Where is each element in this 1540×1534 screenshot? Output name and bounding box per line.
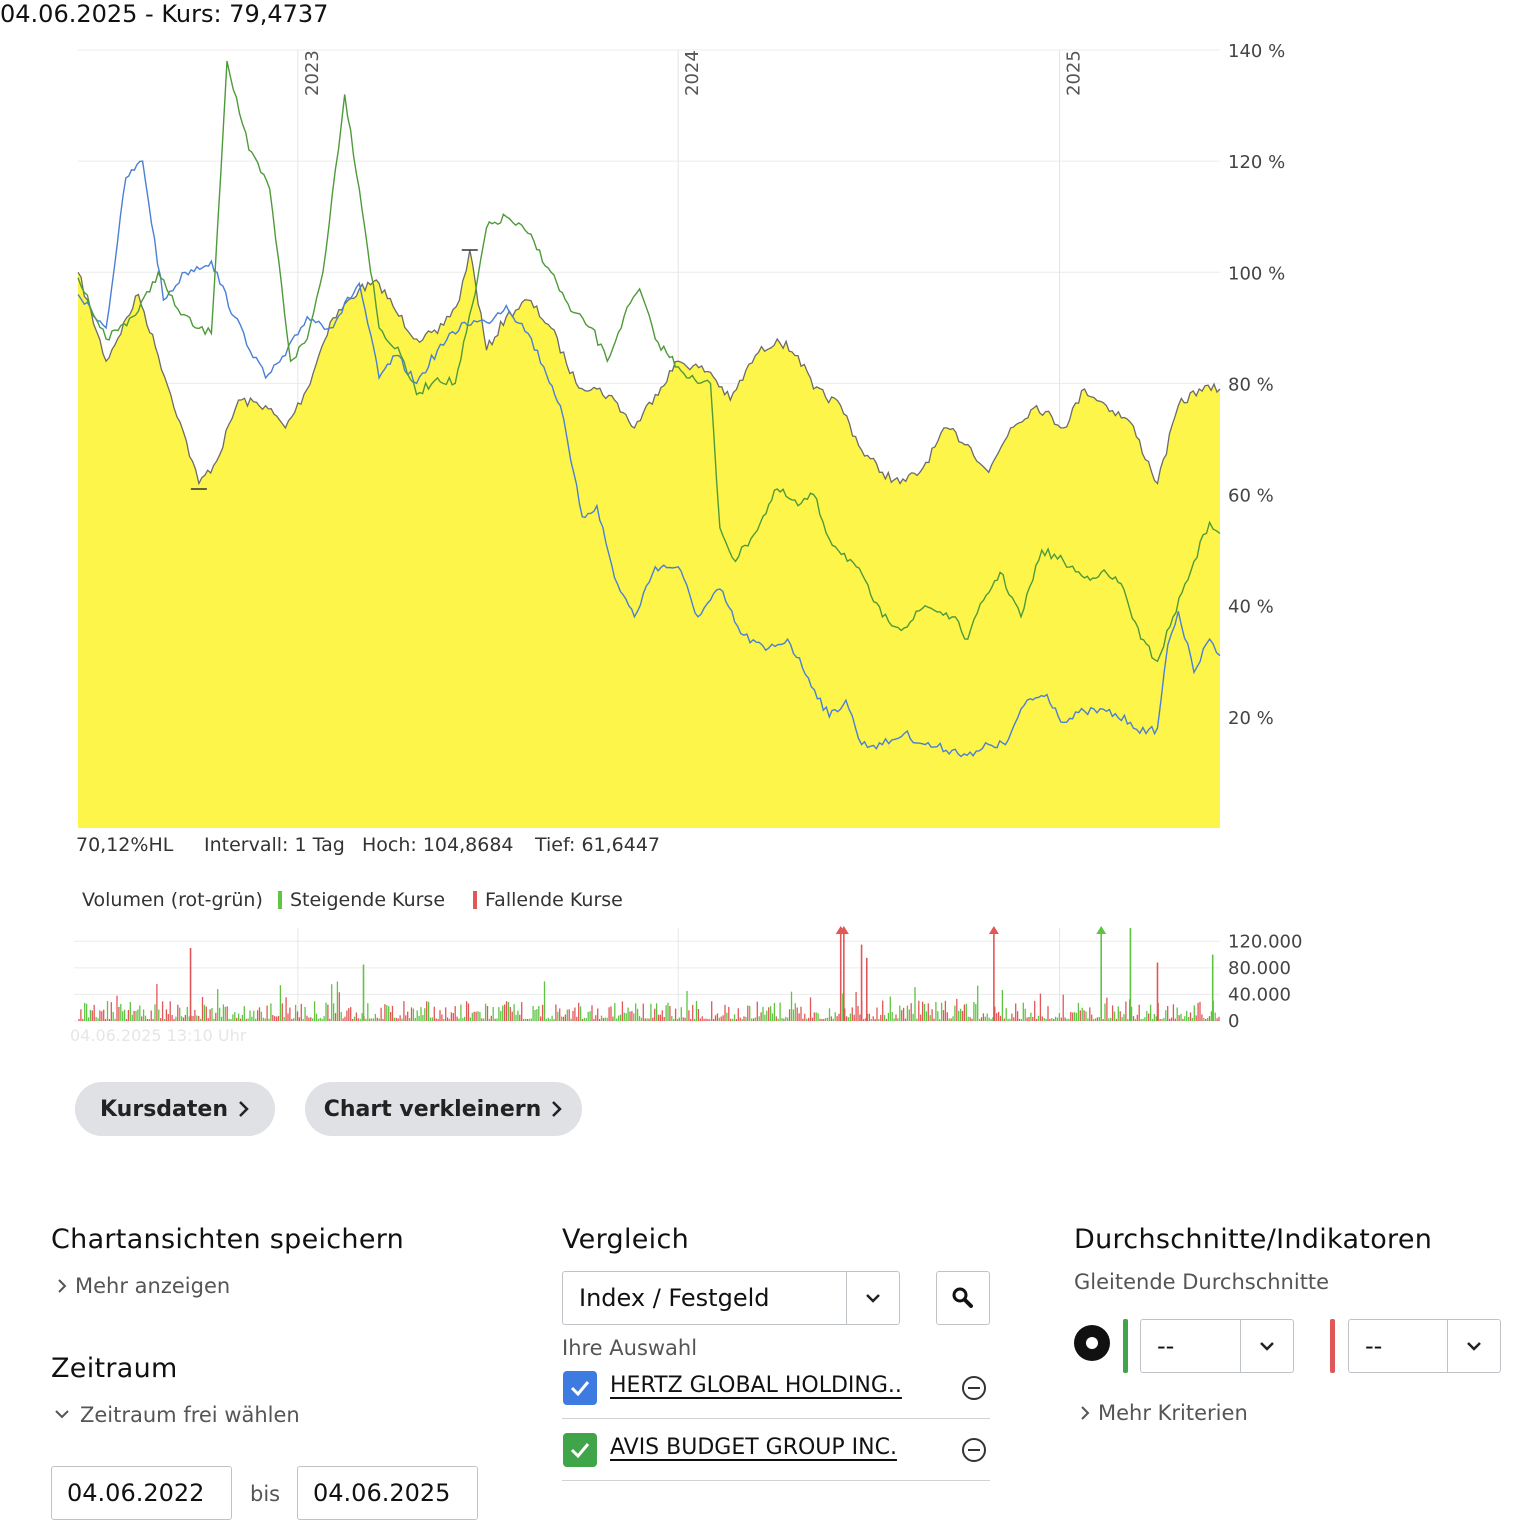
rising-swatch	[278, 891, 282, 909]
kursdaten-button-label: Kursdaten	[100, 1096, 228, 1122]
vergleich-search-button[interactable]	[936, 1271, 990, 1325]
date-from-input[interactable]: 04.06.2022	[51, 1466, 232, 1520]
indikatoren-subtitle: Gleitende Durchschnitte	[1074, 1270, 1330, 1294]
volume-y-tick-label: 40.000	[1228, 984, 1291, 1005]
ma2-select-value: --	[1365, 1332, 1383, 1360]
year-label-2023: 2023	[302, 50, 323, 96]
y-tick-label: 40 %	[1228, 597, 1274, 618]
y-tick-label: 80 %	[1228, 374, 1274, 395]
volume-y-axis-labels: 120.000 80.000 40.000 0	[1228, 931, 1302, 1032]
ma1-select[interactable]: --	[1140, 1319, 1294, 1373]
volume-legend-falling: Fallende Kurse	[473, 889, 623, 911]
ma2-color-bar	[1330, 1319, 1335, 1373]
checkmark-icon	[570, 1381, 590, 1396]
y-tick-label: 120 %	[1228, 152, 1285, 173]
zeitraum-title: Zeitraum	[51, 1353, 178, 1384]
chevron-down-icon	[866, 1294, 880, 1303]
volume-clip-arrow-icon	[1096, 926, 1107, 934]
vergleich-selection-label: Ihre Auswahl	[562, 1336, 698, 1360]
volume-legend-rising: Steigende Kurse	[278, 889, 445, 911]
ma2-select[interactable]: --	[1348, 1319, 1501, 1373]
vergleich-select-value: Index / Festgeld	[579, 1284, 770, 1312]
mehr-anzeigen-link[interactable]: Mehr anzeigen	[57, 1274, 230, 1298]
volume-y-tick-label: 0	[1228, 1011, 1239, 1032]
avis-remove-icon[interactable]	[962, 1438, 986, 1462]
hertz-link[interactable]: HERTZ GLOBAL HOLDING..	[610, 1373, 902, 1398]
chevron-right-icon	[1081, 1406, 1090, 1420]
y-tick-label: 100 %	[1228, 263, 1285, 284]
mehr-anzeigen-label: Mehr anzeigen	[75, 1274, 231, 1298]
stat-low: Tief: 61,6447	[535, 834, 661, 856]
indikatoren-title: Durchschnitte/Indikatoren	[1074, 1224, 1433, 1255]
main-series-area	[78, 250, 1220, 829]
selection-divider	[562, 1480, 990, 1481]
chartansichten-title: Chartansichten speichern	[51, 1224, 405, 1255]
volume-legend-title: Volumen (rot-grün)	[82, 889, 263, 911]
chevron-down-icon	[55, 1410, 69, 1419]
date-to-value: 04.06.2025	[313, 1479, 451, 1507]
hertz-remove-icon[interactable]	[962, 1376, 986, 1400]
stat-interval: Intervall: 1 Tag	[204, 834, 345, 856]
search-icon	[952, 1287, 973, 1308]
checkmark-icon	[570, 1443, 590, 1458]
selection-divider	[562, 1418, 990, 1419]
mehr-kriterien-link[interactable]: Mehr Kriterien	[1080, 1401, 1248, 1425]
chart-area-series	[77, 249, 1221, 829]
ma1-color-bar	[1123, 1319, 1128, 1373]
radio-selected-icon[interactable]	[1074, 1325, 1110, 1361]
rising-label: Steigende Kurse	[290, 889, 446, 911]
year-label-2024: 2024	[682, 50, 703, 96]
chevron-right-icon	[552, 1101, 563, 1117]
mehr-kriterien-label: Mehr Kriterien	[1098, 1401, 1248, 1425]
chevron-right-icon	[58, 1279, 67, 1293]
chart-watermark: 04.06.2025 13:10 Uhr	[70, 1026, 247, 1045]
chevron-down-icon	[1467, 1342, 1481, 1351]
y-tick-label: 60 %	[1228, 486, 1274, 507]
year-label-2025: 2025	[1064, 50, 1085, 96]
vergleich-select[interactable]: Index / Festgeld	[562, 1271, 900, 1325]
chart-y-axis-labels: 20 % 40 % 60 % 80 % 100 % 120 % 140 %	[1228, 41, 1285, 729]
y-tick-label: 140 %	[1228, 41, 1285, 62]
hertz-checkbox[interactable]	[563, 1371, 597, 1405]
volume-clip-arrow-icon	[988, 926, 999, 934]
stat-hl: 70,12%HL	[76, 834, 174, 856]
zeitraum-toggle[interactable]: Zeitraum frei wählen	[54, 1403, 300, 1427]
avis-checkbox[interactable]	[563, 1433, 597, 1467]
chevron-right-icon	[239, 1101, 249, 1117]
vergleich-title: Vergleich	[562, 1224, 690, 1255]
ma2-select-arrow[interactable]	[1447, 1320, 1500, 1372]
chart-verkleinern-button[interactable]: Chart verkleinern	[305, 1082, 582, 1136]
volume-y-tick-label: 120.000	[1228, 931, 1302, 952]
chevron-down-icon	[1260, 1342, 1274, 1351]
avis-link[interactable]: AVIS BUDGET GROUP INC.	[610, 1435, 897, 1460]
zeitraum-toggle-label: Zeitraum frei wählen	[80, 1403, 300, 1427]
vergleich-select-arrow[interactable]	[846, 1272, 899, 1324]
date-to-input[interactable]: 04.06.2025	[297, 1466, 478, 1520]
ma1-select-value: --	[1157, 1332, 1175, 1360]
stat-high: Hoch: 104,8684	[362, 834, 514, 856]
y-tick-label: 20 %	[1228, 708, 1274, 729]
volume-y-tick-label: 80.000	[1228, 958, 1291, 979]
falling-label: Fallende Kurse	[485, 889, 623, 911]
chart-verkleinern-button-label: Chart verkleinern	[323, 1096, 542, 1122]
falling-swatch	[473, 891, 477, 909]
radio-dot	[1086, 1337, 1098, 1349]
date-from-value: 04.06.2022	[67, 1479, 205, 1507]
date-range-separator: bis	[250, 1482, 281, 1506]
chart-year-labels: 2023 2024 2025	[302, 50, 1085, 96]
kursdaten-button[interactable]: Kursdaten	[75, 1082, 275, 1136]
volume-bars	[78, 926, 1220, 1021]
ma1-select-arrow[interactable]	[1240, 1320, 1293, 1372]
